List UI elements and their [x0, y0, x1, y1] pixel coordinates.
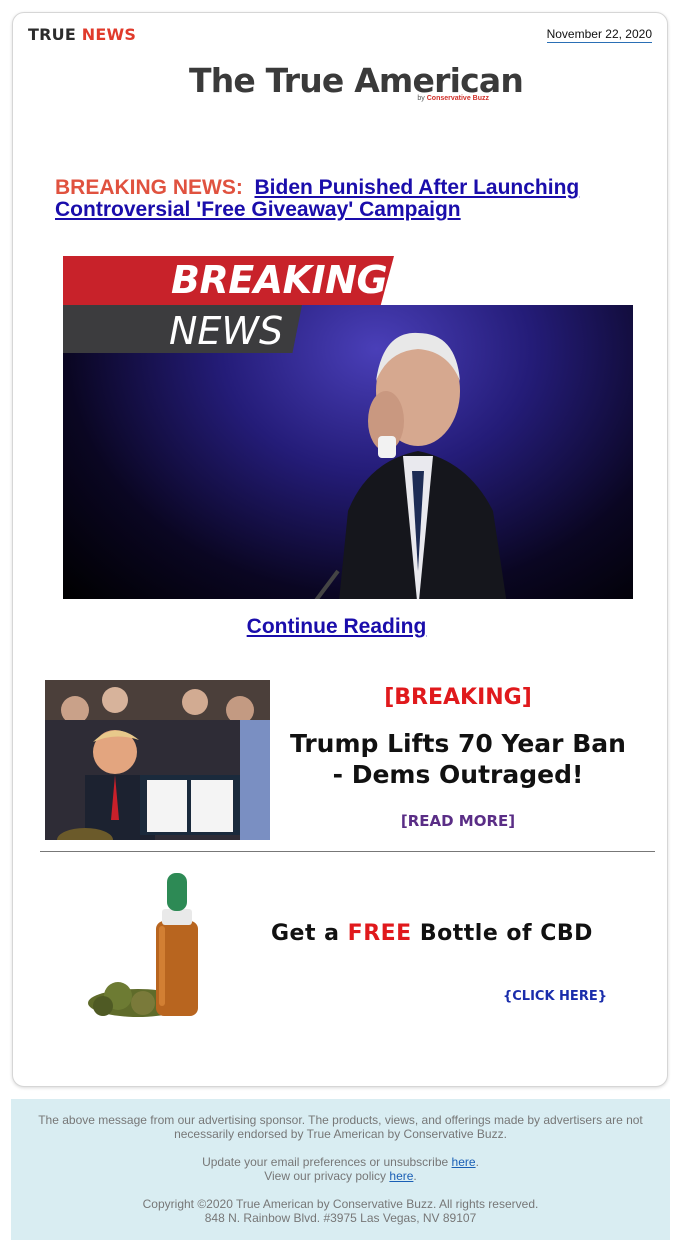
logo-by-brand: Conservative Buzz: [426, 95, 489, 102]
footer-privacy: View our privacy policy here.: [264, 1169, 417, 1183]
footer-disclaimer: The above message from our advertising s…: [38, 1113, 643, 1141]
footer-copyright: Copyright ©2020 True American by Conserv…: [142, 1197, 539, 1211]
footer-preferences: Update your email preferences or unsubsc…: [202, 1155, 479, 1169]
trump-story-title[interactable]: Trump Lifts 70 Year Ban - Dems Outraged!: [283, 728, 633, 790]
brand-word-news: NEWS: [81, 25, 137, 44]
continue-reading-link[interactable]: Continue Reading: [247, 615, 427, 638]
the-true-american-logo[interactable]: The True American by Conservative Buzz: [189, 61, 524, 107]
brand-word-true: TRUE: [28, 25, 76, 44]
section-divider: [40, 851, 655, 852]
footer-preferences-text: Update your email preferences or unsubsc…: [202, 1155, 449, 1169]
trump-signing-photo[interactable]: [45, 680, 270, 840]
breaking-banner-text: BREAKING: [171, 258, 388, 302]
news-banner-text: NEWS: [169, 309, 284, 353]
cbd-text-free: FREE: [347, 921, 412, 946]
news-banner: NEWS: [63, 305, 302, 353]
cbd-click-here-link[interactable]: {CLICK HERE}: [503, 989, 607, 1004]
trump-breaking-tag: [BREAKING]: [384, 685, 532, 710]
email-card: TRUE NEWS November 22, 2020 The True Ame…: [12, 12, 668, 1087]
cbd-bottle-icon[interactable]: [83, 871, 213, 1021]
logo-byline: by Conservative Buzz: [417, 95, 489, 102]
issue-date: November 22, 2020: [546, 27, 652, 43]
read-more-link[interactable]: [READ MORE]: [283, 812, 633, 830]
main-headline: BREAKING NEWS: Biden Punished After Laun…: [55, 177, 625, 221]
footer-privacy-text: View our privacy policy: [264, 1169, 387, 1183]
cbd-text-suffix: Bottle of CBD: [419, 921, 593, 946]
continue-reading: Continue Reading: [0, 615, 673, 639]
breaking-news-hero-image[interactable]: BREAKING NEWS: [63, 256, 633, 599]
person-silhouette-icon: [314, 332, 507, 599]
true-news-brand[interactable]: TRUE NEWS: [28, 25, 136, 44]
privacy-policy-link[interactable]: here: [389, 1169, 413, 1183]
trump-signing-illustration: [45, 680, 270, 840]
breaking-news-label: BREAKING NEWS:: [55, 176, 243, 199]
trump-story-text: [BREAKING] Trump Lifts 70 Year Ban - Dem…: [283, 685, 633, 830]
breaking-banner: BREAKING: [63, 256, 394, 305]
cbd-text-prefix: Get a: [271, 921, 340, 946]
footer-address: 848 N. Rainbow Blvd. #3975 Las Vegas, NV…: [204, 1211, 477, 1225]
email-footer: The above message from our advertising s…: [11, 1099, 670, 1240]
cbd-ad-text[interactable]: Get a FREE Bottle of CBD: [271, 921, 593, 946]
unsubscribe-link[interactable]: here: [452, 1155, 476, 1169]
logo-by-word: by: [417, 95, 425, 102]
